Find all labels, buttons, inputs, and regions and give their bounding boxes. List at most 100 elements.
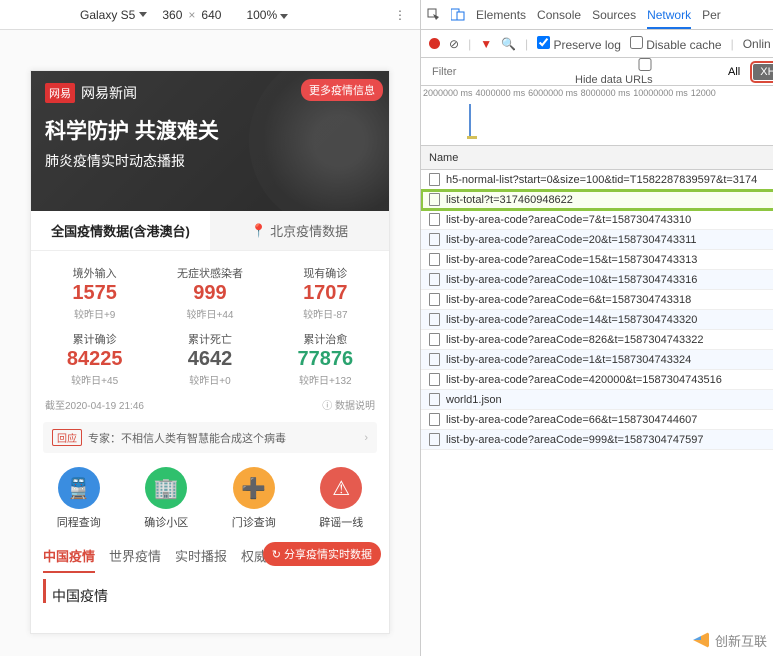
- request-name: list-by-area-code?areaCode=6&t=158730474…: [446, 294, 691, 306]
- stat-label: 累计治愈: [268, 331, 383, 347]
- zoom-selector[interactable]: 100%: [246, 8, 288, 22]
- preserve-log-checkbox[interactable]: Preserve log: [537, 36, 621, 52]
- network-toolbar: ⊘ | ▼ 🔍 | Preserve log Disable cache | O…: [421, 30, 773, 58]
- tab-sources[interactable]: Sources: [592, 8, 636, 22]
- request-row[interactable]: list-by-area-code?areaCode=826&t=1587304…: [421, 330, 773, 350]
- stat-label: 累计死亡: [152, 331, 267, 347]
- action-button[interactable]: 🏢 确诊小区: [123, 467, 211, 530]
- request-name: list-by-area-code?areaCode=66&t=15873047…: [446, 414, 697, 426]
- actions-row: 🚆 同程查询🏢 确诊小区➕ 门诊查询⚠ 辟谣一线: [31, 461, 389, 536]
- request-row[interactable]: list-by-area-code?areaCode=7&t=158730474…: [421, 210, 773, 230]
- stat-value: 4642: [152, 348, 267, 371]
- stat-cell: 现有确诊 1707 较昨日-87: [268, 261, 383, 327]
- hero-title: 科学防护 共渡难关: [45, 115, 375, 145]
- request-header[interactable]: Name: [421, 146, 773, 170]
- stats-grid: 境外输入 1575 较昨日+9无症状感染者 999 较昨日+44现有确诊 170…: [31, 251, 389, 393]
- request-row[interactable]: list-by-area-code?areaCode=1&t=158730474…: [421, 350, 773, 370]
- file-icon: [429, 193, 440, 206]
- devtools-panel: Elements Console Sources Network Per ⊘ |…: [420, 0, 773, 656]
- file-icon: [429, 353, 440, 366]
- data-tabs: 全国疫情数据(含港澳台) 📍 北京疫情数据: [31, 211, 389, 251]
- action-icon: ⚠: [320, 467, 362, 509]
- stat-value: 1575: [37, 282, 152, 305]
- action-button[interactable]: 🚆 同程查询: [35, 467, 123, 530]
- stat-value: 1707: [268, 282, 383, 305]
- tab-console[interactable]: Console: [537, 8, 581, 22]
- request-row[interactable]: h5-normal-list?start=0&size=100&tid=T158…: [421, 170, 773, 190]
- request-row[interactable]: list-by-area-code?areaCode=420000&t=1587…: [421, 370, 773, 390]
- hide-urls-checkbox[interactable]: Hide data URLs: [575, 58, 715, 86]
- stat-cell: 累计死亡 4642 较昨日+0: [152, 327, 267, 393]
- tab-elements[interactable]: Elements: [476, 8, 526, 22]
- more-icon[interactable]: ⋮: [394, 8, 406, 22]
- clear-icon[interactable]: ⊘: [449, 37, 459, 51]
- request-row[interactable]: list-by-area-code?areaCode=20&t=15873047…: [421, 230, 773, 250]
- request-row[interactable]: world1.json: [421, 390, 773, 410]
- action-label: 确诊小区: [144, 514, 188, 530]
- nav-tab[interactable]: 世界疫情: [109, 546, 161, 573]
- logo-badge: 网易: [45, 83, 75, 103]
- nav-tab[interactable]: 实时播报: [175, 546, 227, 573]
- file-icon: [429, 293, 440, 306]
- request-name: list-by-area-code?areaCode=15&t=15873047…: [446, 254, 697, 266]
- data-desc-link[interactable]: ⓘ 数据说明: [322, 397, 375, 412]
- stat-cell: 无症状感染者 999 较昨日+44: [152, 261, 267, 327]
- file-icon: [429, 373, 440, 386]
- stat-label: 境外输入: [37, 265, 152, 281]
- filter-icon[interactable]: ▼: [480, 37, 492, 51]
- request-row[interactable]: list-by-area-code?areaCode=10&t=15873047…: [421, 270, 773, 290]
- watermark: 创新互联: [691, 630, 767, 650]
- tab-more[interactable]: Per: [702, 8, 721, 22]
- more-info-pill[interactable]: 更多疫情信息: [301, 79, 383, 101]
- width-input[interactable]: 360: [162, 8, 182, 22]
- request-name: list-by-area-code?areaCode=1&t=158730474…: [446, 354, 691, 366]
- stat-delta: 较昨日-87: [268, 306, 383, 321]
- chevron-down-icon: [280, 14, 288, 19]
- device-selector[interactable]: Galaxy S5: [80, 8, 147, 22]
- online-selector[interactable]: Onlin: [743, 37, 771, 51]
- request-row[interactable]: list-by-area-code?areaCode=15&t=15873047…: [421, 250, 773, 270]
- request-row[interactable]: list-by-area-code?areaCode=999&t=1587304…: [421, 430, 773, 450]
- stat-label: 现有确诊: [268, 265, 383, 281]
- section-title: 中国疫情: [43, 579, 389, 603]
- share-pill[interactable]: ↻ 分享疫情实时数据: [263, 542, 381, 566]
- filter-input[interactable]: [429, 63, 569, 81]
- zoom-label: 100%: [246, 8, 277, 22]
- file-icon: [429, 173, 440, 186]
- stat-value: 999: [152, 282, 267, 305]
- phone-frame: 网易 网易新闻 更多疫情信息 科学防护 共渡难关 肺炎疫情实时动态播报 全国疫情…: [0, 30, 420, 656]
- tab-national[interactable]: 全国疫情数据(含港澳台): [31, 211, 210, 250]
- disable-cache-checkbox[interactable]: Disable cache: [630, 36, 722, 52]
- stat-cell: 累计确诊 84225 较昨日+45: [37, 327, 152, 393]
- request-row[interactable]: list-by-area-code?areaCode=6&t=158730474…: [421, 290, 773, 310]
- nav-tabs: 中国疫情世界疫情实时播报权威发布疫情趋势 ↻ 分享疫情实时数据: [31, 536, 389, 573]
- record-icon[interactable]: [429, 38, 440, 49]
- inspect-icon[interactable]: [427, 8, 440, 21]
- nav-tab[interactable]: 中国疫情: [43, 546, 95, 573]
- stat-cell: 累计治愈 77876 较昨日+132: [268, 327, 383, 393]
- file-icon: [429, 273, 440, 286]
- expert-row[interactable]: 回应 专家：不相信人类有智慧能合成这个病毒 ›: [43, 422, 377, 453]
- phone-screen: 网易 网易新闻 更多疫情信息 科学防护 共渡难关 肺炎疫情实时动态播报 全国疫情…: [30, 70, 390, 634]
- action-button[interactable]: ➕ 门诊查询: [210, 467, 298, 530]
- request-row[interactable]: list-by-area-code?areaCode=14&t=15873047…: [421, 310, 773, 330]
- filter-xhr[interactable]: XHR: [753, 64, 773, 80]
- tab-network[interactable]: Network: [647, 8, 691, 29]
- request-name: list-total?t=317460948622: [446, 194, 573, 206]
- device-toggle-icon[interactable]: [451, 8, 465, 21]
- update-time: 截至2020-04-19 21:46: [45, 397, 144, 412]
- request-name: list-by-area-code?areaCode=7&t=158730474…: [446, 214, 691, 226]
- watermark-text: 创新互联: [715, 631, 767, 650]
- timeline[interactable]: 2000000 ms4000000 ms6000000 ms8000000 ms…: [421, 86, 773, 146]
- request-row[interactable]: list-total?t=317460948622: [421, 190, 773, 210]
- action-button[interactable]: ⚠ 辟谣一线: [298, 467, 386, 530]
- file-icon: [429, 393, 440, 406]
- action-label: 辟谣一线: [319, 514, 363, 530]
- search-icon[interactable]: 🔍: [501, 37, 516, 51]
- filter-all[interactable]: All: [721, 64, 747, 80]
- tab-beijing[interactable]: 📍 北京疫情数据: [210, 211, 389, 250]
- height-input[interactable]: 640: [201, 8, 221, 22]
- request-row[interactable]: list-by-area-code?areaCode=66&t=15873047…: [421, 410, 773, 430]
- hero-subtitle: 肺炎疫情实时动态播报: [45, 151, 375, 171]
- location-icon: 📍: [251, 223, 267, 239]
